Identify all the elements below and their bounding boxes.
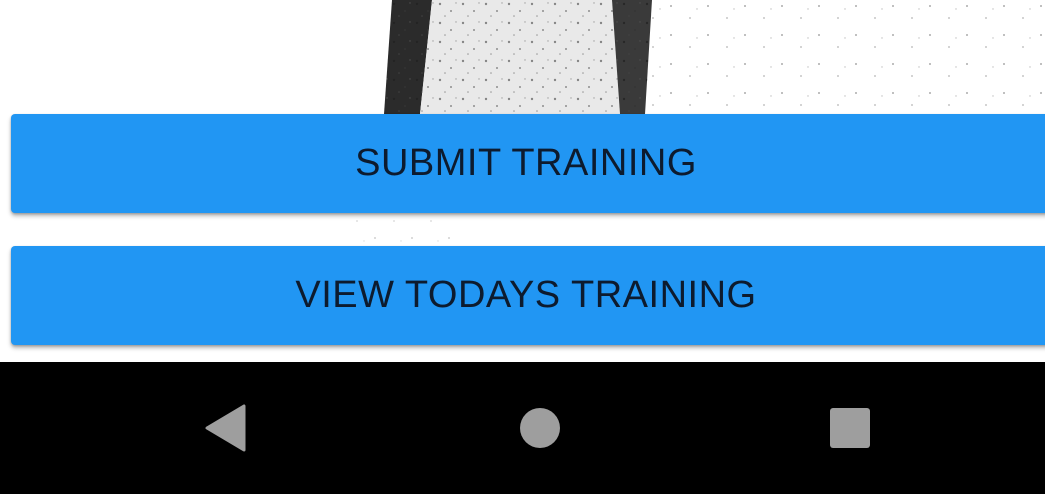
home-circle-icon xyxy=(520,408,560,448)
app-content: SUBMIT TRAINING VIEW TODAYS TRAINING xyxy=(0,0,1045,362)
back-triangle-icon xyxy=(205,404,246,452)
home-button[interactable] xyxy=(480,362,600,494)
view-todays-training-label: VIEW TODAYS TRAINING xyxy=(295,274,757,316)
system-navigation-bar xyxy=(0,362,1045,494)
recents-square-icon xyxy=(830,408,870,448)
view-todays-training-button[interactable]: VIEW TODAYS TRAINING xyxy=(11,246,1045,345)
submit-training-button[interactable]: SUBMIT TRAINING xyxy=(11,114,1045,213)
recents-button[interactable] xyxy=(790,362,910,494)
phone-screen: SUBMIT TRAINING VIEW TODAYS TRAINING xyxy=(0,0,1045,494)
back-button[interactable] xyxy=(166,362,286,494)
submit-training-label: SUBMIT TRAINING xyxy=(355,142,697,184)
